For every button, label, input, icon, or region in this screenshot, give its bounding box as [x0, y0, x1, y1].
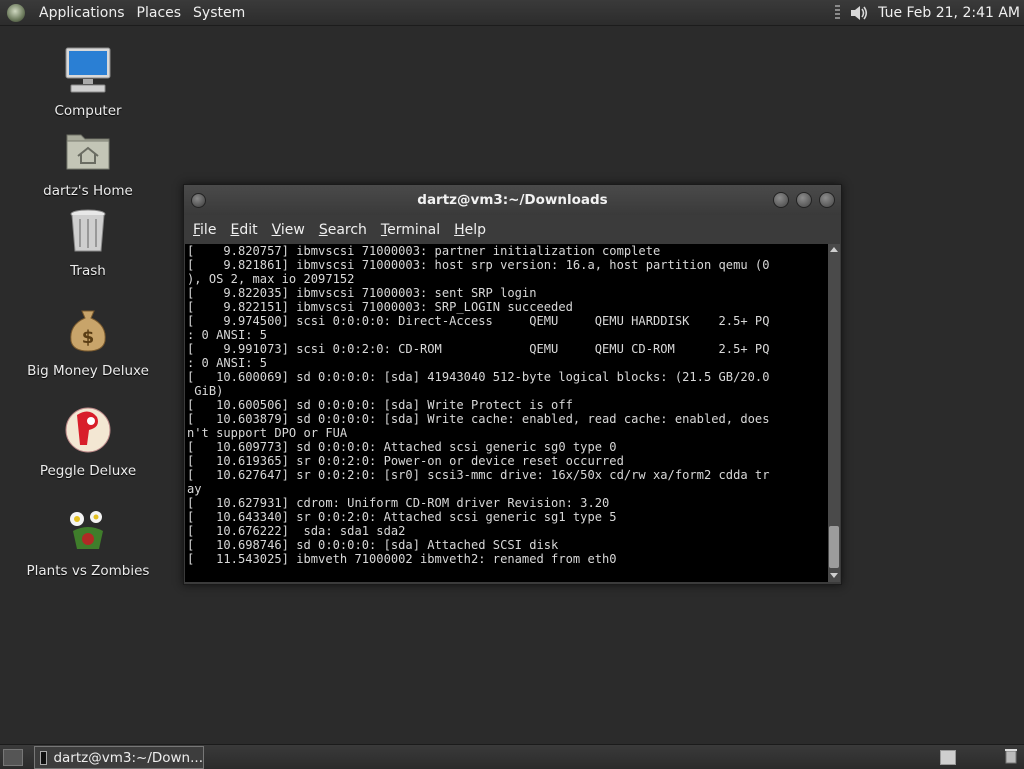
- applications-menu[interactable]: Applications: [33, 5, 131, 21]
- menu-file[interactable]: File: [188, 222, 225, 238]
- desktop-icon-label: Trash: [70, 263, 106, 279]
- terminal-titlebar[interactable]: dartz@vm3:~/Downloads: [184, 185, 841, 215]
- computer-icon: [65, 47, 111, 93]
- desktop-icon-computer[interactable]: Computer: [13, 45, 163, 119]
- minimize-button[interactable]: [773, 192, 789, 208]
- taskbar-terminal-button[interactable]: dartz@vm3:~/Down...: [34, 746, 204, 769]
- top-panel-tray: Tue Feb 21, 2:41 AM: [835, 0, 1024, 25]
- system-menu[interactable]: System: [187, 5, 251, 21]
- terminal-output[interactable]: [ 9.820757] ibmvscsi 71000003: partner i…: [185, 244, 828, 582]
- places-menu[interactable]: Places: [131, 5, 188, 21]
- window-title: dartz@vm3:~/Downloads: [417, 192, 608, 208]
- close-button[interactable]: [819, 192, 835, 208]
- menu-view[interactable]: View: [267, 222, 314, 238]
- window-controls: [766, 192, 835, 208]
- show-desktop-icon[interactable]: [3, 749, 23, 766]
- terminal-text: [ 9.820757] ibmvscsi 71000003: partner i…: [187, 244, 770, 566]
- panel-handle[interactable]: [835, 4, 841, 21]
- clock[interactable]: Tue Feb 21, 2:41 AM: [878, 5, 1020, 21]
- menu-search[interactable]: Search: [314, 222, 376, 238]
- plants-zombies-icon: [70, 511, 103, 549]
- terminal-scrollbar[interactable]: [828, 244, 840, 582]
- menu-help[interactable]: Help: [449, 222, 495, 238]
- desktop-icon-label: Big Money Deluxe: [27, 363, 149, 379]
- money-bag-icon: $: [70, 310, 106, 352]
- scrollbar-thumb[interactable]: [829, 526, 839, 568]
- scroll-up-icon[interactable]: [828, 244, 840, 256]
- bottom-panel: dartz@vm3:~/Down...: [0, 744, 1024, 769]
- menu-edit[interactable]: Edit: [225, 222, 266, 238]
- svg-text:$: $: [82, 327, 95, 348]
- taskbar-label: dartz@vm3:~/Down...: [53, 749, 203, 766]
- desktop-icon-label: Computer: [54, 103, 122, 119]
- terminal-menubar: File Edit View Search Terminal Help: [184, 215, 841, 244]
- desktop-icon-trash[interactable]: Trash: [13, 205, 163, 279]
- menu-terminal[interactable]: Terminal: [376, 222, 449, 238]
- desktop-icon-plants-vs-zombies[interactable]: Plants vs Zombies: [13, 505, 163, 579]
- maximize-button[interactable]: [796, 192, 812, 208]
- trash-applet-icon[interactable]: [1004, 748, 1018, 764]
- peggle-icon: [65, 407, 111, 453]
- workspace-switcher-icon[interactable]: [940, 750, 956, 765]
- terminal-window: dartz@vm3:~/Downloads File Edit View Sea…: [183, 184, 842, 585]
- desktop-icon-big-money[interactable]: $ Big Money Deluxe: [13, 305, 163, 379]
- terminal-icon: [40, 750, 48, 765]
- desktop-icon-label: Peggle Deluxe: [39, 463, 137, 479]
- speaker-icon[interactable]: [848, 2, 870, 24]
- desktop-icon-label: dartz's Home: [43, 183, 133, 199]
- top-panel: Applications Places System Tue Feb 21, 2…: [0, 0, 1024, 26]
- scroll-down-icon[interactable]: [828, 570, 840, 582]
- desktop-icon-home[interactable]: dartz's Home: [13, 125, 163, 199]
- desktop-icon-label: Plants vs Zombies: [26, 563, 150, 579]
- home-folder-icon: [66, 134, 110, 170]
- trash-icon: [70, 209, 106, 252]
- gnome-foot-icon[interactable]: [7, 3, 25, 22]
- desktop-icon-peggle[interactable]: Peggle Deluxe: [13, 405, 163, 479]
